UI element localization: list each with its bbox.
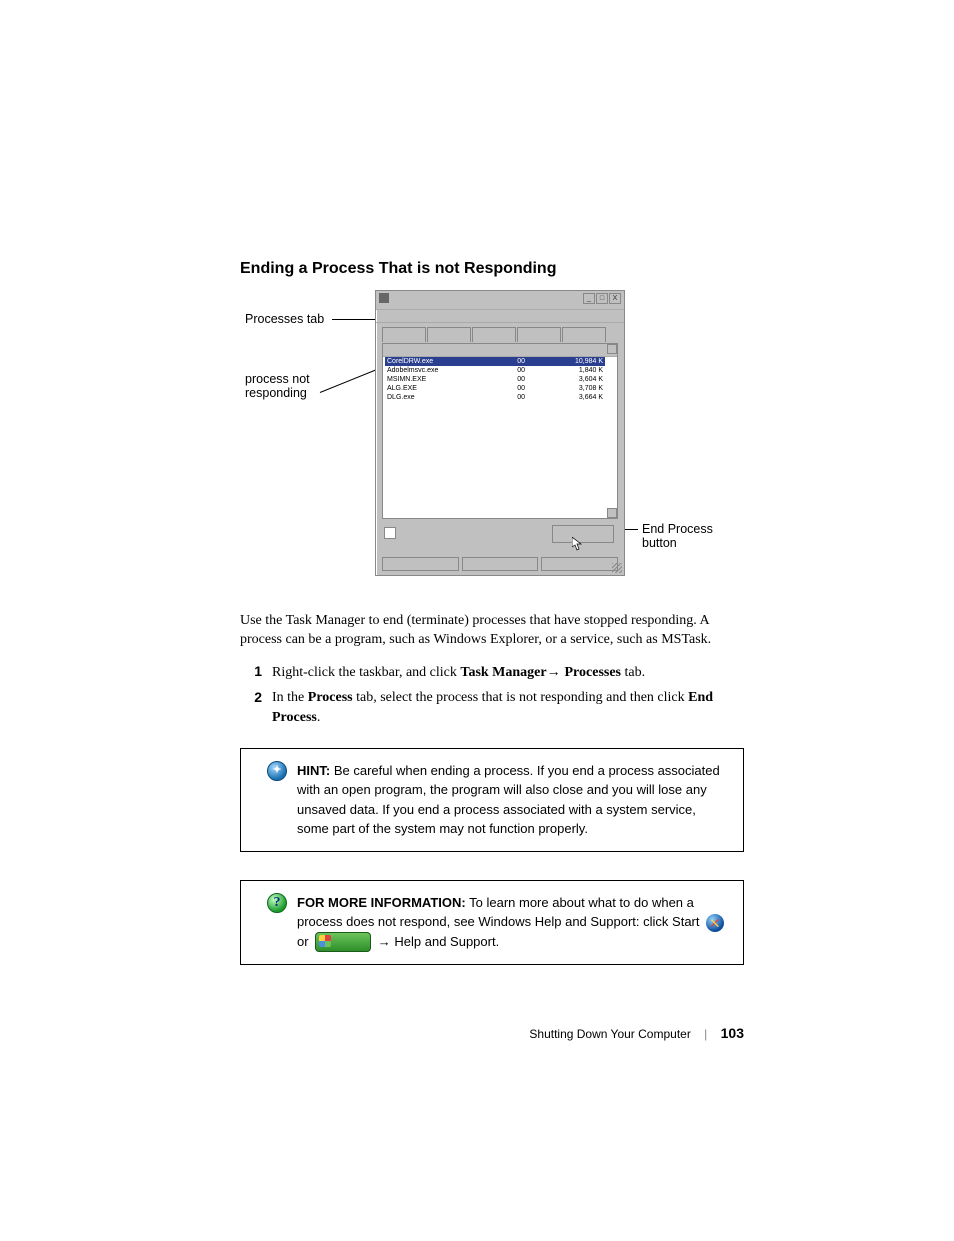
- callout-process-not-responding: process not responding: [245, 372, 310, 400]
- maximize-button[interactable]: □: [596, 293, 608, 304]
- process-cpu: 00: [505, 375, 525, 384]
- process-cpu: 00: [505, 393, 525, 402]
- tab[interactable]: [382, 327, 426, 342]
- hint-text: Be careful when ending a process. If you…: [297, 763, 720, 837]
- info-icon: ?: [267, 893, 287, 913]
- step-text: In the Process tab, select the process t…: [272, 688, 744, 727]
- callout-processes-tab: Processes tab: [245, 312, 324, 326]
- step-text: Right-click the taskbar, and click Task …: [272, 662, 645, 683]
- more-info-label: FOR MORE INFORMATION:: [297, 895, 466, 910]
- tab-row: [376, 323, 624, 345]
- cursor-icon: [572, 537, 582, 551]
- more-info-box: ? FOR MORE INFORMATION: To learn more ab…: [240, 880, 744, 966]
- resize-grip[interactable]: [612, 563, 622, 573]
- intro-paragraph: Use the Task Manager to end (terminate) …: [240, 612, 744, 650]
- end-process-button[interactable]: [552, 525, 614, 543]
- status-cell: [541, 557, 618, 571]
- page-number: 103: [721, 1025, 744, 1041]
- callout-line: [320, 370, 376, 393]
- scroll-down-button[interactable]: [607, 508, 617, 518]
- tab[interactable]: [562, 327, 606, 342]
- process-row[interactable]: DLG.exe 00 3,664 K: [385, 393, 605, 402]
- more-info-tail: Help and Support.: [394, 934, 499, 949]
- hint-label: HINT:: [297, 763, 330, 778]
- section-title: Ending a Process That is not Responding: [240, 260, 744, 278]
- scroll-up-button[interactable]: [607, 344, 617, 354]
- step-number: 1: [240, 662, 262, 683]
- process-cpu: 00: [505, 357, 525, 366]
- callout-end-process: End Process button: [642, 522, 713, 550]
- arrow-icon: →: [374, 934, 394, 949]
- titlebar: _ □ X: [376, 291, 624, 310]
- menubar: [376, 310, 624, 323]
- callout-line: [332, 319, 380, 320]
- status-cell: [462, 557, 539, 571]
- step-item: 2 In the Process tab, select the process…: [240, 688, 744, 727]
- process-mem: 3,664 K: [563, 393, 603, 402]
- callout-text-line: button: [642, 536, 677, 550]
- hint-icon: ✦: [267, 761, 287, 781]
- column-headers: [383, 344, 617, 357]
- bold-text: Process: [308, 690, 353, 705]
- status-bar: [382, 557, 618, 571]
- start-xp-icon: [315, 932, 371, 952]
- callout-text-line: responding: [245, 386, 307, 400]
- text: tab.: [621, 665, 645, 680]
- tab[interactable]: [472, 327, 516, 342]
- status-cell: [382, 557, 459, 571]
- process-mem: 3,708 K: [563, 384, 603, 393]
- bold-text: Task Manager: [460, 665, 546, 680]
- text: tab, select the process that is not resp…: [353, 690, 689, 705]
- close-button[interactable]: X: [609, 293, 621, 304]
- hint-box: ✦ HINT: Be careful when ending a process…: [240, 748, 744, 852]
- process-row[interactable]: MSIMN.EXE 00 3,604 K: [385, 375, 605, 384]
- page-footer: Shutting Down Your Computer | 103: [240, 1025, 744, 1041]
- process-name: MSIMN.EXE: [387, 375, 467, 384]
- process-mem: 10,984 K: [563, 357, 603, 366]
- process-rows: CorelDRW.exe 00 10,984 K Adobelmsvc.exe 00 1,…: [385, 357, 605, 516]
- process-list: CorelDRW.exe 00 10,984 K Adobelmsvc.exe 00 1,…: [382, 343, 618, 519]
- callout-text-line: process not: [245, 372, 310, 386]
- footer-separator: |: [704, 1027, 707, 1041]
- step-number: 2: [240, 688, 262, 727]
- system-icon: [379, 293, 389, 303]
- tab-processes[interactable]: [427, 327, 471, 342]
- footer-chapter: Shutting Down Your Computer: [529, 1027, 690, 1041]
- process-cpu: 00: [505, 384, 525, 393]
- arrow-icon: →: [547, 663, 565, 679]
- process-name: CorelDRW.exe: [387, 357, 467, 366]
- process-row[interactable]: ALG.EXE 00 3,708 K: [385, 384, 605, 393]
- task-manager-window: _ □ X CorelDRW.exe0010,984 KAdobelmsvc.e…: [375, 290, 625, 576]
- process-mem: 1,840 K: [563, 366, 603, 375]
- process-mem: 3,604 K: [563, 375, 603, 384]
- start-vista-icon: [706, 914, 724, 932]
- or-text: or: [297, 934, 312, 949]
- steps-list: 1 Right-click the taskbar, and click Tas…: [240, 662, 744, 728]
- tab[interactable]: [517, 327, 561, 342]
- process-name: Adobelmsvc.exe: [387, 366, 467, 375]
- text: .: [317, 710, 321, 725]
- process-name: ALG.EXE: [387, 384, 467, 393]
- process-row[interactable]: CorelDRW.exe 00 10,984 K: [385, 357, 605, 366]
- bold-text: Processes: [565, 665, 622, 680]
- task-manager-figure: Processes tab process not responding End…: [240, 290, 744, 590]
- text: In the: [272, 690, 308, 705]
- process-cpu: 00: [505, 366, 525, 375]
- process-name: DLG.exe: [387, 393, 467, 402]
- step-item: 1 Right-click the taskbar, and click Tas…: [240, 662, 744, 683]
- process-row[interactable]: Adobelmsvc.exe 00 1,840 K: [385, 366, 605, 375]
- callout-text-line: End Process: [642, 522, 713, 536]
- show-all-checkbox[interactable]: [384, 527, 396, 539]
- minimize-button[interactable]: _: [583, 293, 595, 304]
- text: Right-click the taskbar, and click: [272, 665, 460, 680]
